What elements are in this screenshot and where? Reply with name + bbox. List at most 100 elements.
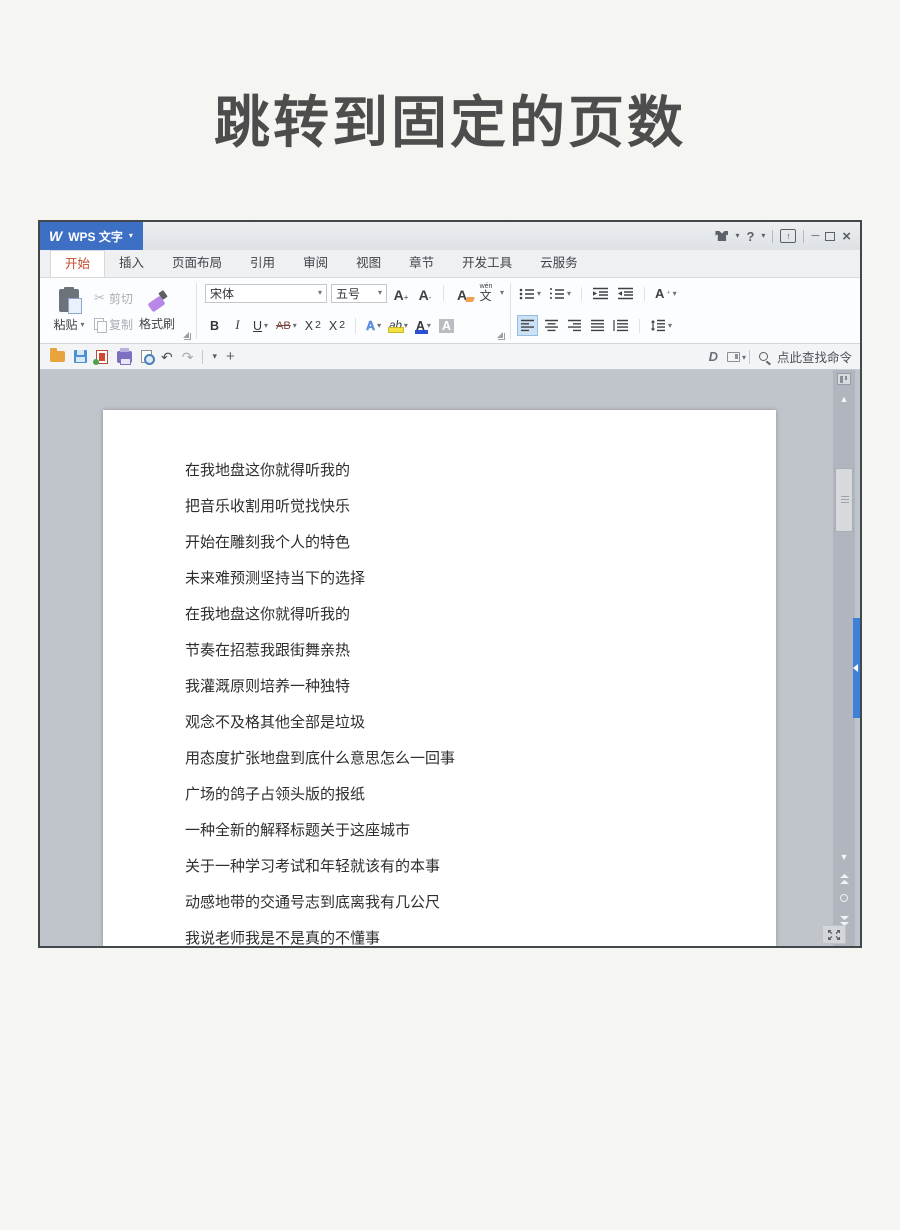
align-right-button[interactable] (565, 315, 584, 336)
align-center-button[interactable] (542, 315, 561, 336)
chevron-down-icon: ▾ (377, 322, 381, 330)
cut-button[interactable]: ✂ 剪切 (94, 290, 133, 307)
tab-page-layout[interactable]: 页面布局 (158, 250, 236, 277)
tab-section[interactable]: 章节 (395, 250, 448, 277)
help-icon[interactable]: ? (746, 229, 754, 244)
scrollbar-thumb[interactable] (835, 468, 853, 532)
app-menu-button[interactable]: W WPS 文字 ▾ (40, 222, 143, 250)
clear-format-button[interactable]: A (452, 283, 472, 303)
font-group: 宋体 ▾ 五号 ▾ A+ A- A wén文 ▾ (201, 281, 506, 341)
numbered-list-button[interactable]: ▾ (547, 283, 573, 304)
bullet-list-button[interactable]: ▾ (517, 283, 543, 304)
undo-icon[interactable]: ↶ (161, 350, 173, 364)
brush-icon (148, 291, 166, 311)
cut-label: 剪切 (109, 290, 133, 307)
copy-button[interactable]: 复制 (94, 316, 133, 333)
superscript-button[interactable]: X2 (303, 315, 323, 336)
divider (510, 283, 511, 339)
chevron-down-icon[interactable]: ▾ (761, 232, 765, 240)
font-color-button[interactable]: A▾ (414, 315, 433, 336)
decrease-indent-button[interactable] (590, 283, 611, 304)
chevron-down-icon[interactable]: ▾ (500, 289, 504, 297)
underline-button[interactable]: U▾ (251, 315, 270, 336)
fit-screen-button[interactable] (822, 925, 846, 944)
close-button[interactable]: × (842, 228, 851, 245)
document-line[interactable]: 动感地带的交通号志到底离我有几公尺 (185, 885, 726, 921)
chevron-down-icon: ▾ (293, 322, 297, 330)
highlight-color-button[interactable]: ab▾ (387, 315, 410, 336)
select-browse-object-icon[interactable] (840, 894, 848, 902)
document-line[interactable]: 我灌溉原则培养一种独特 (185, 669, 726, 705)
justify-button[interactable] (588, 315, 607, 336)
task-panel-icon[interactable] (727, 352, 740, 362)
print-icon[interactable] (117, 351, 132, 363)
document-line[interactable]: 观念不及格其他全部是垃圾 (185, 705, 726, 741)
wps-window: W WPS 文字 ▾ ▾ ? ▾ ↑ ─ × 开始 插入 页面布局 引用 (38, 220, 862, 948)
tab-developer[interactable]: 开发工具 (448, 250, 526, 277)
subscript-button[interactable]: X2 (327, 315, 347, 336)
minimize-button[interactable]: ─ (811, 230, 818, 242)
increase-indent-button[interactable] (615, 283, 636, 304)
ruler-toggle-icon[interactable] (837, 373, 851, 385)
document-line[interactable]: 用态度扩张地盘到底什么意思怎么一回事 (185, 741, 726, 777)
tab-insert[interactable]: 插入 (105, 250, 158, 277)
previous-page-icon[interactable] (833, 874, 855, 886)
group-expander-icon[interactable] (498, 333, 505, 340)
document-line[interactable]: 我说老师我是不是真的不懂事 (185, 921, 726, 946)
print-preview-icon[interactable] (141, 350, 152, 363)
fit-screen-icon (828, 930, 840, 940)
distribute-button[interactable] (611, 315, 631, 336)
text-tools-button[interactable]: A ⁺ ▾ (653, 283, 679, 304)
document-line[interactable]: 广场的鸽子占领头版的报纸 (185, 777, 726, 813)
text-effects-button[interactable]: A▾ (364, 315, 383, 336)
group-expander-icon[interactable] (184, 333, 191, 340)
char-shading-button[interactable]: A (437, 315, 456, 336)
customize-toolbar-caret-icon[interactable]: ▾ (212, 351, 217, 362)
search-icon[interactable] (759, 352, 768, 361)
document-line[interactable]: 一种全新的解释标题关于这座城市 (185, 813, 726, 849)
page-title: 跳转到固定的页数 (0, 78, 900, 159)
document-line[interactable]: 开始在雕刻我个人的特色 (185, 525, 726, 561)
text-tools-icon: A (655, 286, 664, 301)
scroll-down-icon[interactable]: ▼ (833, 852, 855, 862)
restore-up-icon[interactable]: ↑ (780, 229, 796, 243)
redo-icon[interactable]: ↷ (182, 350, 194, 364)
chevron-down-icon[interactable]: ▾ (735, 232, 739, 240)
docer-icon[interactable]: D (709, 349, 718, 364)
document-page[interactable]: 在我地盘这你就得听我的 把音乐收割用听觉找快乐 开始在雕刻我个人的特色 未来难预… (103, 410, 776, 946)
vertical-scrollbar[interactable]: ▲ ▼ (833, 370, 855, 946)
strikethrough-button[interactable]: AB▾ (274, 315, 299, 336)
export-pdf-icon[interactable] (96, 350, 108, 364)
document-line[interactable]: 未来难预测坚持当下的选择 (185, 561, 726, 597)
new-document-tab-icon[interactable]: + (226, 349, 235, 364)
document-line[interactable]: 把音乐收割用听觉找快乐 (185, 489, 726, 525)
tab-view[interactable]: 视图 (342, 250, 395, 277)
save-icon[interactable] (74, 350, 87, 363)
tab-review[interactable]: 审阅 (289, 250, 342, 277)
document-line[interactable]: 在我地盘这你就得听我的 (185, 453, 726, 489)
scroll-up-icon[interactable]: ▲ (833, 394, 855, 404)
tab-references[interactable]: 引用 (236, 250, 289, 277)
font-family-select[interactable]: 宋体 ▾ (205, 284, 327, 303)
find-command-entry[interactable]: 点此查找命令 (777, 347, 852, 366)
align-left-button[interactable] (517, 315, 538, 336)
increase-font-button[interactable]: A+ (391, 283, 411, 303)
decrease-font-button[interactable]: A- (415, 283, 435, 303)
maximize-button[interactable] (825, 232, 835, 241)
format-painter-button[interactable]: 格式刷 (135, 281, 179, 341)
document-line[interactable]: 在我地盘这你就得听我的 (185, 597, 726, 633)
font-size-select[interactable]: 五号 ▾ (331, 284, 387, 303)
side-panel-toggle[interactable] (853, 618, 860, 718)
document-line[interactable]: 关于一种学习考试和年轻就该有的本事 (185, 849, 726, 885)
line-spacing-button[interactable]: ▾ (648, 315, 674, 336)
document-line[interactable]: 节奏在招惹我跟街舞亲热 (185, 633, 726, 669)
open-file-icon[interactable] (50, 351, 65, 362)
tab-home[interactable]: 开始 (50, 250, 105, 277)
superscript-icon: X (305, 319, 313, 333)
italic-button[interactable]: I (228, 315, 247, 336)
bold-button[interactable]: B (205, 315, 224, 336)
skin-theme-icon[interactable] (715, 231, 728, 241)
paste-button[interactable]: 粘贴▾ (46, 281, 92, 341)
pinyin-guide-button[interactable]: wén文 (476, 283, 496, 303)
tab-cloud[interactable]: 云服务 (526, 250, 592, 277)
